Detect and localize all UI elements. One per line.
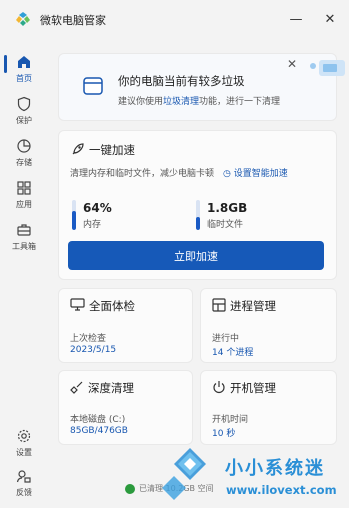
sidebar-item-label: 工具箱 — [12, 242, 36, 251]
sidebar-item-label: 反馈 — [16, 488, 32, 497]
temp-meter — [196, 200, 200, 230]
broom-illustration-icon — [310, 60, 345, 76]
checkup-title: 全面体检 — [89, 299, 135, 313]
sidebar-item-toolbox[interactable]: 工具箱 — [2, 218, 46, 260]
banner-sub-prefix: 建议你使用 — [118, 97, 164, 107]
sidebar-item-label: 存储 — [16, 158, 32, 167]
app-logo-icon — [16, 12, 30, 26]
memory-label: 内存 — [83, 220, 102, 230]
memory-value: 64% — [83, 201, 112, 215]
process-card[interactable]: 进程管理 进行中 14 个进程 — [200, 288, 337, 363]
memory-meter-fill — [72, 210, 76, 230]
sidebar-item-label: 应用 — [16, 200, 32, 209]
temp-label: 临时文件 — [207, 220, 244, 230]
deep-clean-value: 85GB/476GB — [70, 426, 128, 436]
deep-clean-sub: 本地磁盘 (C:) — [70, 415, 126, 425]
title-bar: 微软电脑管家 — ✕ — [0, 0, 349, 40]
watermark-title: 小小系统迷 — [225, 458, 325, 479]
speedup-desc: 清理内存和临时文件，减少电脑卡顿 — [70, 169, 215, 179]
rocket-icon — [72, 143, 84, 155]
home-icon — [18, 56, 30, 68]
shield-icon — [17, 96, 31, 112]
smart-speedup-link[interactable]: ◷ 设置智能加速 — [223, 166, 288, 179]
sidebar-item-label: 首页 — [16, 74, 32, 83]
process-value: 14 个进程 — [212, 348, 254, 358]
checkup-sub: 上次检查 — [70, 334, 107, 344]
process-sub: 进行中 — [212, 334, 240, 344]
junk-cleanup-link[interactable]: 垃圾清理 — [163, 97, 199, 107]
pie-icon — [17, 139, 31, 153]
sidebar-item-label: 保护 — [16, 116, 32, 125]
sidebar-item-protect[interactable]: 保护 — [2, 92, 46, 134]
boot-card[interactable]: 开机管理 开机时间 10 秒 — [200, 370, 337, 445]
deep-clean-card[interactable]: 深度清理 本地磁盘 (C:) 85GB/476GB — [58, 370, 193, 445]
process-icon — [212, 298, 226, 312]
boot-sub: 开机时间 — [212, 415, 249, 425]
apps-icon — [17, 181, 31, 195]
process-title: 进程管理 — [230, 299, 276, 313]
memory-meter — [72, 200, 76, 230]
banner-sub-suffix: 功能，进行一下清理 — [199, 97, 281, 107]
broom-icon — [70, 381, 83, 394]
toolbox-icon — [17, 224, 31, 236]
speedup-now-button[interactable]: 立即加速 — [68, 241, 324, 270]
checkup-value: 2023/5/15 — [70, 345, 117, 355]
sidebar-item-settings[interactable]: 设置 — [2, 424, 46, 466]
banner-subtitle: 建议你使用垃圾清理功能，进行一下清理 — [118, 94, 280, 107]
status-dot-icon — [125, 483, 135, 494]
smart-speedup-icon: ◷ — [223, 169, 234, 179]
app-title: 微软电脑管家 — [40, 14, 106, 27]
app-window: 微软电脑管家 — ✕ 首页 保护 存储 应用 工具箱 设置 反馈 你的电脑当前有… — [0, 0, 349, 508]
sidebar-item-storage[interactable]: 存储 — [2, 134, 46, 176]
smart-speedup-label: 设置智能加速 — [233, 169, 288, 179]
sidebar-item-apps[interactable]: 应用 — [2, 176, 46, 218]
boot-value: 10 秒 — [212, 429, 236, 439]
sidebar-item-home[interactable]: 首页 — [2, 50, 46, 92]
feedback-icon — [16, 470, 31, 483]
temp-meter-fill — [196, 216, 200, 230]
sidebar-item-label: 设置 — [16, 448, 32, 457]
banner-close-icon[interactable]: ✕ — [287, 57, 297, 71]
power-icon — [213, 381, 225, 394]
watermark-url: www.ilovext.com — [226, 483, 337, 497]
monitor-icon — [70, 298, 85, 311]
gear-icon — [17, 429, 31, 443]
speedup-title: 一键加速 — [89, 143, 135, 157]
deep-clean-title: 深度清理 — [88, 381, 134, 395]
sidebar-item-feedback[interactable]: 反馈 — [2, 464, 46, 506]
banner-title: 你的电脑当前有较多垃圾 — [118, 74, 245, 88]
checkup-card[interactable]: 全面体检 上次检查 2023/5/15 — [58, 288, 193, 363]
window-icon — [83, 77, 103, 95]
minimize-button[interactable]: — — [286, 10, 306, 28]
close-button[interactable]: ✕ — [320, 10, 340, 28]
boot-title: 开机管理 — [230, 381, 276, 395]
junk-alert-card[interactable]: 你的电脑当前有较多垃圾 建议你使用垃圾清理功能，进行一下清理 ✕ — [58, 53, 345, 121]
temp-value: 1.8GB — [207, 201, 248, 215]
sidebar: 首页 保护 存储 应用 工具箱 设置 反馈 — [0, 44, 48, 508]
